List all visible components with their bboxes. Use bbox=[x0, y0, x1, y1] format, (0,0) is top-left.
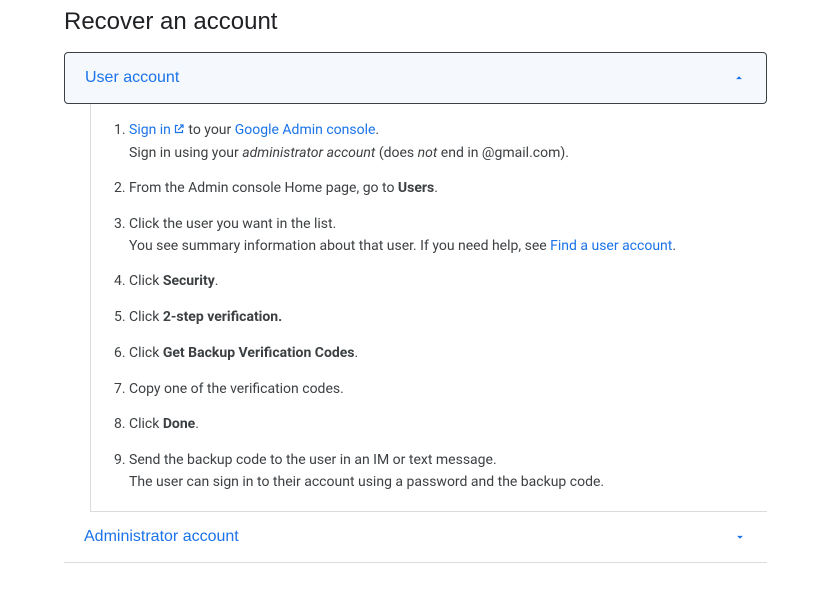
step-2: From the Admin console Home page, go to … bbox=[129, 178, 767, 200]
find-user-account-link[interactable]: Find a user account bbox=[550, 238, 672, 254]
accordion-header-admin[interactable]: Administrator account bbox=[64, 512, 767, 563]
step-6: Click Get Backup Verification Codes. bbox=[129, 343, 767, 365]
text: Click the user you want in the list. bbox=[129, 216, 336, 232]
text: end in @gmail.com). bbox=[437, 145, 569, 161]
text: . bbox=[434, 180, 438, 196]
text: From the Admin console Home page, go to bbox=[129, 180, 398, 196]
text: . bbox=[215, 273, 219, 289]
step-7: Copy one of the verification codes. bbox=[129, 379, 767, 401]
text: (does bbox=[375, 145, 417, 161]
bold-text: 2-step verification. bbox=[163, 309, 282, 325]
text: Click bbox=[129, 273, 163, 289]
text: You see summary information about that u… bbox=[129, 238, 550, 254]
italic-text: not bbox=[418, 145, 438, 161]
text: . bbox=[195, 416, 199, 432]
bold-text: Users bbox=[398, 180, 434, 196]
accordion-label: User account bbox=[85, 69, 179, 87]
accordion: User account Sign in to your Google Admi… bbox=[64, 52, 767, 563]
accordion-header-user[interactable]: User account bbox=[64, 52, 767, 104]
link-text: Sign in bbox=[129, 122, 171, 138]
page-title: Recover an account bbox=[64, 8, 767, 36]
text: . bbox=[354, 345, 358, 361]
step-9: Send the backup code to the user in an I… bbox=[129, 450, 767, 493]
step-5: Click 2-step verification. bbox=[129, 307, 767, 329]
text: Click bbox=[129, 416, 163, 432]
external-link-icon bbox=[173, 121, 185, 143]
step-1-sub: Sign in using your administrator account… bbox=[129, 143, 767, 165]
bold-text: Get Backup Verification Codes bbox=[163, 345, 355, 361]
bold-text: Security bbox=[163, 273, 215, 289]
step-3: Click the user you want in the list. You… bbox=[129, 214, 767, 257]
text: . bbox=[672, 238, 676, 254]
text: Click bbox=[129, 345, 163, 361]
text: Send the backup code to the user in an I… bbox=[129, 452, 497, 468]
accordion-item-user: User account Sign in to your Google Admi… bbox=[64, 52, 767, 512]
accordion-item-admin: Administrator account bbox=[64, 512, 767, 563]
chevron-up-icon bbox=[732, 71, 746, 85]
italic-text: administrator account bbox=[242, 145, 375, 161]
chevron-down-icon bbox=[733, 530, 747, 544]
text: to your bbox=[185, 122, 235, 138]
step-3-sub: You see summary information about that u… bbox=[129, 236, 767, 258]
accordion-body-user: Sign in to your Google Admin console. Si… bbox=[90, 104, 767, 512]
step-4: Click Security. bbox=[129, 271, 767, 293]
step-9-sub: The user can sign in to their account us… bbox=[129, 472, 767, 494]
accordion-label: Administrator account bbox=[84, 528, 239, 546]
steps-list: Sign in to your Google Admin console. Si… bbox=[101, 120, 767, 493]
bold-text: Done bbox=[163, 416, 195, 432]
text: Copy one of the verification codes. bbox=[129, 381, 344, 397]
text: . bbox=[375, 122, 379, 138]
admin-console-link[interactable]: Google Admin console bbox=[235, 122, 376, 138]
sign-in-link[interactable]: Sign in bbox=[129, 122, 185, 138]
text: Sign in using your bbox=[129, 145, 242, 161]
step-1: Sign in to your Google Admin console. Si… bbox=[129, 120, 767, 164]
text: Click bbox=[129, 309, 163, 325]
step-8: Click Done. bbox=[129, 414, 767, 436]
